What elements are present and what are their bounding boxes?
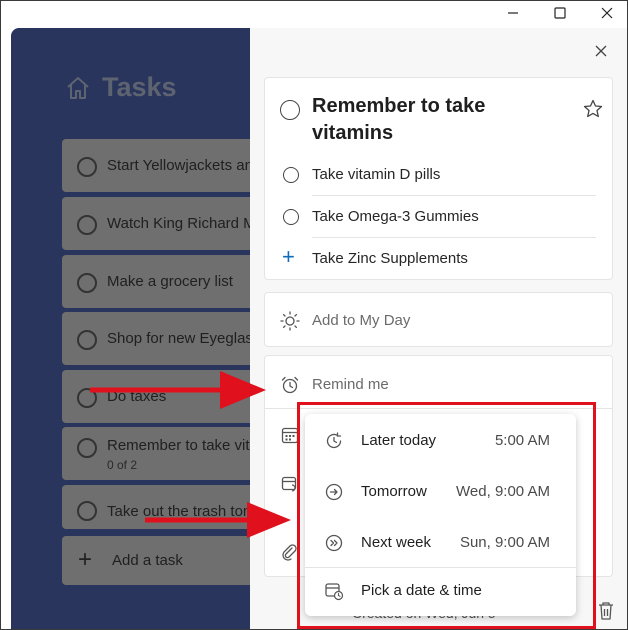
annotation-arrow-icon — [90, 371, 266, 409]
task-item[interactable]: Remember to take vita 0 of 2 — [62, 427, 262, 480]
home-icon — [67, 76, 89, 99]
close-icon — [601, 7, 613, 19]
plus-icon: + — [78, 546, 93, 573]
paperclip-icon[interactable] — [281, 543, 297, 561]
maximize-icon — [554, 7, 566, 19]
task-title-heading[interactable]: Remember to take vitamins — [312, 93, 572, 147]
plus-icon[interactable]: + — [282, 246, 295, 268]
task-title: Make a grocery list — [107, 273, 233, 290]
add-task-button[interactable]: + Add a task — [62, 536, 262, 585]
window-close-button[interactable] — [584, 0, 628, 26]
step-check[interactable] — [283, 167, 299, 183]
task-check[interactable] — [77, 273, 97, 293]
step-divider — [312, 195, 596, 196]
minimize-button[interactable] — [490, 0, 536, 26]
task-item[interactable]: Watch King Richard M — [62, 197, 262, 250]
task-check[interactable] — [77, 157, 97, 177]
maximize-button[interactable] — [537, 0, 583, 26]
task-check[interactable] — [77, 501, 97, 521]
new-step-input[interactable]: Take Zinc Supplements — [312, 250, 468, 267]
step-label[interactable]: Take vitamin D pills — [312, 166, 440, 183]
list-title: Tasks — [102, 72, 177, 102]
step-check[interactable] — [283, 209, 299, 225]
task-complete-check[interactable] — [280, 100, 300, 120]
remind-me[interactable]: Remind me — [312, 376, 389, 393]
task-item[interactable]: Start Yellowjackets and — [62, 139, 262, 192]
task-check[interactable] — [77, 438, 97, 458]
task-title: Shop for new Eyeglass — [107, 330, 261, 347]
task-title: Watch King Richard M — [107, 215, 256, 232]
star-icon[interactable] — [583, 99, 603, 118]
task-check[interactable] — [77, 330, 97, 350]
trash-icon[interactable] — [597, 601, 615, 621]
task-title: Remember to take vita — [107, 437, 258, 454]
task-item[interactable]: Make a grocery list — [62, 255, 262, 308]
annotation-highlight-box — [297, 402, 596, 629]
task-item[interactable]: Shop for new Eyeglass — [62, 312, 262, 365]
annotation-arrow-icon — [145, 502, 291, 538]
task-title: Start Yellowjackets and — [107, 157, 262, 174]
list-header: Tasks — [64, 72, 177, 103]
step-label[interactable]: Take Omega-3 Gummies — [312, 208, 479, 225]
close-detail-button[interactable] — [590, 40, 612, 62]
minimize-icon — [508, 12, 518, 14]
step-divider — [312, 237, 596, 238]
sun-icon — [280, 311, 300, 331]
task-step-count: 0 of 2 — [107, 458, 138, 472]
task-check[interactable] — [77, 215, 97, 235]
add-task-label: Add a task — [112, 552, 183, 569]
add-to-my-day[interactable]: Add to My Day — [312, 312, 410, 329]
close-icon — [595, 45, 607, 57]
alarm-clock-icon — [281, 376, 299, 394]
